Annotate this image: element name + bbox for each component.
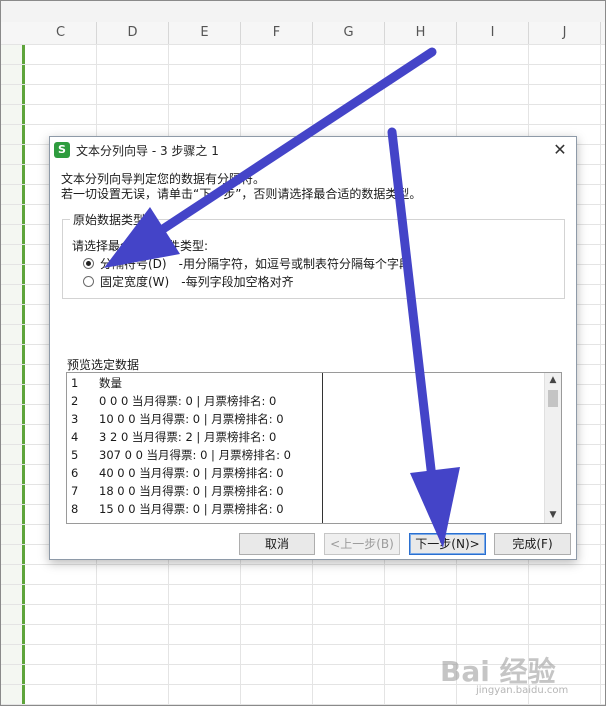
radio-fixed-width-indicator[interactable]	[83, 275, 94, 287]
grid-row-line	[0, 104, 606, 105]
grid-row-line	[0, 704, 606, 705]
preview-label: 预览选定数据	[67, 358, 140, 372]
column-header-h[interactable]: H	[385, 22, 457, 44]
preview-column-divider[interactable]	[322, 373, 323, 523]
preview-row: 20 0 0 当月得票: 0 | 月票榜排名: 0	[71, 394, 277, 408]
grid-row-line	[0, 604, 606, 605]
close-icon[interactable]: ✕	[550, 140, 570, 160]
grid-row-line	[0, 84, 606, 85]
column-header-j[interactable]: J	[529, 22, 601, 44]
radio-delimited-description: -用分隔字符，如逗号或制表符分隔每个字段	[178, 256, 411, 271]
back-button[interactable]: <上一步(B)	[324, 533, 400, 555]
preview-row: 5 307 0 0 当月得票: 0 | 月票榜排名: 0	[71, 448, 291, 462]
grid-row-line	[0, 64, 606, 65]
grid-row-line	[0, 124, 606, 125]
preview-row: 3 10 0 0 当月得票: 0 | 月票榜排名: 0	[71, 412, 284, 426]
preview-row: 8 15 0 0 当月得票: 0 | 月票榜排名: 0	[71, 502, 284, 516]
dialog-title-bar[interactable]: S 文本分列向导 - 3 步骤之 1 ✕	[50, 137, 576, 163]
preview-row: 7 18 0 0 当月得票: 0 | 月票榜排名: 0	[71, 484, 284, 498]
preview-scrollbar[interactable]: ▲ ▼	[544, 373, 561, 523]
file-type-prompt: 请选择最合适的文件类型:	[72, 239, 209, 253]
scroll-down-icon[interactable]: ▼	[545, 508, 561, 523]
preview-row: 43 2 0 当月得票: 2 | 月票榜排名: 0	[71, 430, 277, 444]
grid-row-line	[0, 584, 606, 585]
preview-data-box[interactable]: 1 数量 20 0 0 当月得票: 0 | 月票榜排名: 0 3 10 0 0 当月…	[66, 372, 562, 524]
radio-fixed-width-label[interactable]: 固定宽度(W)	[100, 273, 169, 290]
radio-fixed-width[interactable]: 固定宽度(W) -每列字段加空格对齐	[83, 273, 294, 289]
cancel-button[interactable]: 取消	[239, 533, 315, 555]
baidu-watermark-logo: Bai 经验	[440, 655, 556, 688]
radio-fixed-width-description: -每列字段加空格对齐	[181, 274, 294, 289]
column-header-c[interactable]: C	[25, 22, 97, 44]
toolbar-strip	[0, 0, 606, 23]
radio-delimited-indicator[interactable]	[83, 257, 94, 269]
column-header-e[interactable]: E	[169, 22, 241, 44]
grid-row-line	[0, 624, 606, 625]
text-to-columns-dialog: S 文本分列向导 - 3 步骤之 1 ✕ 文本分列向导判定您的数据有分隔符。 若…	[49, 136, 577, 560]
radio-delimited-label[interactable]: 分隔符号(D)	[100, 255, 167, 272]
column-header-f[interactable]: F	[241, 22, 313, 44]
preview-row: 6 40 0 0 当月得票: 0 | 月票榜排名: 0	[71, 466, 284, 480]
grid-row-line	[0, 644, 606, 645]
radio-delimited[interactable]: 分隔符号(D) -用分隔字符，如逗号或制表符分隔每个字段	[83, 255, 411, 271]
baidu-watermark-url: jingyan.baidu.com	[476, 685, 569, 696]
column-header-i[interactable]: I	[457, 22, 529, 44]
preview-row: 1 数量	[71, 376, 122, 390]
column-header-d[interactable]: D	[97, 22, 169, 44]
grid-row-line	[0, 564, 606, 565]
dialog-title: 文本分列向导 - 3 步骤之 1	[76, 144, 219, 158]
grid-row-line	[0, 44, 606, 45]
group-label: 原始数据类型	[70, 211, 149, 228]
next-button[interactable]: 下一步(N)>	[409, 533, 486, 555]
grid-column-line	[600, 44, 601, 706]
finish-button[interactable]: 完成(F)	[494, 533, 571, 555]
scroll-thumb[interactable]	[548, 390, 558, 407]
scroll-up-icon[interactable]: ▲	[545, 373, 561, 388]
description-line-2: 若一切设置无误，请单击“下一步”，否则请选择最合适的数据类型。	[61, 187, 422, 201]
column-header-g[interactable]: G	[313, 22, 385, 44]
app-logo-icon: S	[54, 142, 70, 158]
